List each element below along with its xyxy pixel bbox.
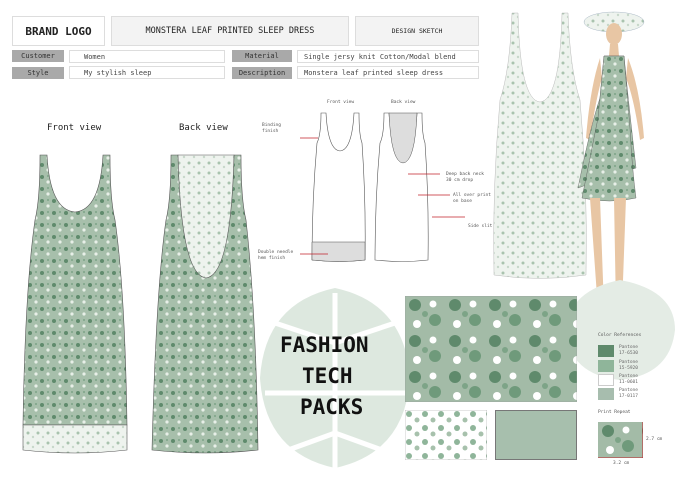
color-swatch bbox=[598, 360, 614, 372]
color-swatch bbox=[598, 388, 614, 400]
callout-print: All over print on base bbox=[453, 193, 491, 204]
fashion-tech-packs-logo: FASHION TECH PACKS bbox=[280, 330, 369, 423]
callout-binding: Binding finish bbox=[262, 123, 281, 134]
repeat-width: 3.2 cm bbox=[613, 461, 630, 466]
back-dress-illustration bbox=[151, 154, 259, 454]
front-view-label: Front view bbox=[47, 123, 102, 133]
page-title: MONSTERA LEAF PRINTED SLEEP DRESS bbox=[111, 16, 349, 46]
color-name: Pantone 15-5920 bbox=[619, 360, 638, 371]
material-label: Material bbox=[232, 50, 292, 62]
customer-field: Women bbox=[69, 50, 225, 63]
logo-line: FASHION bbox=[280, 333, 369, 357]
flat-front-label: Front view bbox=[327, 100, 355, 105]
color-swatch bbox=[598, 345, 614, 357]
callout-hem: Double needle hem finish bbox=[258, 250, 294, 261]
color-name: Pantone 17-6530 bbox=[619, 345, 638, 356]
print-repeat-swatch bbox=[598, 422, 643, 458]
description-field: Monstera leaf printed sleep dress bbox=[297, 66, 479, 79]
callout-back-neck: Deep back neck 30 cm drop bbox=[446, 172, 484, 183]
flat-back-label: Back view bbox=[391, 100, 416, 105]
design-sketch-label: DESIGN SKETCH bbox=[355, 16, 479, 46]
color-name: Pantone 17-0117 bbox=[619, 388, 638, 399]
tech-pack-sheet: BRAND LOGO MONSTERA LEAF PRINTED SLEEP D… bbox=[0, 0, 680, 481]
color-swatch bbox=[598, 374, 614, 386]
logo-line: TECH bbox=[302, 364, 353, 388]
print-swatch-white bbox=[405, 410, 487, 460]
back-view-label: Back view bbox=[179, 123, 228, 133]
front-dress-illustration bbox=[22, 154, 128, 454]
style-field: My stylish sleep bbox=[69, 66, 225, 79]
fashion-figure bbox=[577, 11, 645, 310]
customer-label: Customer bbox=[12, 50, 64, 62]
flat-sketches bbox=[300, 112, 465, 262]
print-swatch-large bbox=[405, 296, 577, 402]
logo-line: PACKS bbox=[300, 395, 364, 419]
description-label: Description bbox=[232, 67, 292, 79]
print-repeat-title: Print Repeat bbox=[598, 410, 631, 415]
material-field: Single jersy knit Cotton/Modal blend bbox=[297, 50, 479, 63]
repeat-height: 2.7 cm bbox=[646, 437, 663, 442]
brand-logo: BRAND LOGO bbox=[12, 16, 105, 46]
color-references-title: Color References bbox=[598, 333, 642, 338]
solid-swatch bbox=[495, 410, 577, 460]
style-label: Style bbox=[12, 67, 64, 79]
color-name: Pantone 11-0601 bbox=[619, 374, 638, 385]
